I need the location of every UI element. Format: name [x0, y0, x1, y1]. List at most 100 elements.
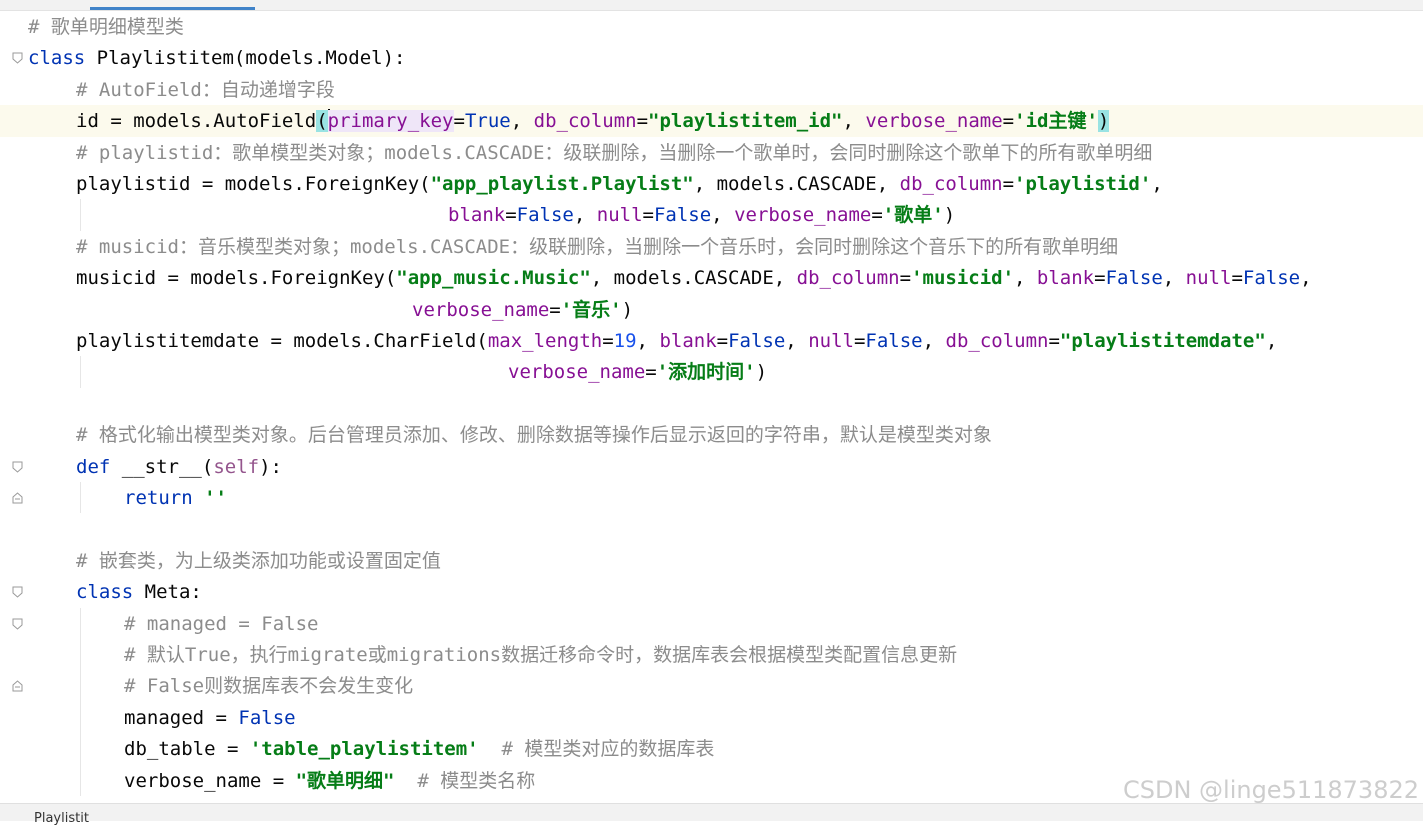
code-token: "app_playlist.Playlist" — [430, 173, 694, 195]
code-token: null — [596, 204, 643, 227]
code-text: musicid = models.ForeignKey("app_music.M… — [76, 265, 1312, 291]
code-token: "app_music.Music" — [396, 267, 591, 290]
code-line[interactable] — [0, 388, 1423, 419]
code-token: = — [1002, 110, 1015, 133]
code-line[interactable]: verbose_name='添加时间') — [0, 356, 1423, 388]
indent-guide — [80, 356, 81, 388]
fold-close-icon[interactable] — [12, 680, 23, 692]
code-token: ) — [755, 361, 768, 384]
code-token: = — [453, 110, 465, 133]
code-line[interactable]: # AutoField：自动递增字段 — [0, 74, 1423, 105]
indent-guide — [80, 607, 81, 639]
indent-guide — [80, 764, 81, 796]
code-line[interactable]: class Playlistitem(models.Model): — [0, 42, 1423, 73]
code-token: False — [516, 204, 574, 227]
code-token: , models.CASCADE, — [590, 267, 797, 290]
code-text: verbose_name='音乐') — [412, 297, 633, 323]
code-text: managed = False — [124, 705, 296, 731]
code-token: class — [28, 47, 86, 70]
code-line[interactable]: # 格式化输出模型类对象。后台管理员添加、修改、删除数据等操作后显示返回的字符串… — [0, 419, 1423, 450]
code-line[interactable]: # musicid：音乐模型类对象；models.CASCADE：级联删除，当删… — [0, 231, 1423, 262]
code-token: verbose_name — [734, 204, 872, 227]
fold-open-icon[interactable] — [12, 586, 23, 598]
code-token: verbose_name — [865, 110, 1003, 133]
fold-close-icon[interactable] — [12, 492, 23, 504]
code-token: False — [865, 330, 923, 352]
code-text: blank=False, null=False, verbose_name='歌… — [448, 202, 955, 228]
code-text: class Meta: — [76, 579, 202, 605]
code-line[interactable]: id = models.AutoField(primary_key=True, … — [0, 105, 1423, 137]
code-token: id = models.AutoField — [76, 110, 317, 133]
code-line[interactable]: managed = False — [0, 701, 1423, 734]
code-token: = — [636, 110, 649, 133]
code-token: # False则数据库表不会发生变化 — [124, 675, 414, 698]
code-text: # playlistid：歌单模型类对象；models.CASCADE：级联删除… — [76, 140, 1152, 166]
code-token: = — [899, 267, 912, 290]
code-line[interactable]: musicid = models.ForeignKey("app_music.M… — [0, 262, 1423, 293]
code-line[interactable]: blank=False, null=False, verbose_name='歌… — [0, 199, 1423, 231]
indent-guide — [80, 701, 81, 734]
code-line[interactable]: # playlistid：歌单模型类对象；models.CASCADE：级联删除… — [0, 137, 1423, 168]
code-token: db_column — [796, 267, 900, 290]
code-token: ) — [943, 204, 956, 227]
fold-open-icon[interactable] — [12, 618, 23, 630]
code-token: 'musicid' — [911, 267, 1015, 290]
editor-tab-strip[interactable] — [0, 0, 1423, 11]
code-text: # False则数据库表不会发生变化 — [124, 673, 413, 699]
code-line[interactable]: # 默认True，执行migrate或migrations数据迁移命令时，数据库… — [0, 639, 1423, 671]
code-text: db_table = 'table_playlistitem' # 模型类对应的… — [124, 736, 714, 762]
code-token: False — [728, 330, 786, 352]
code-token: = — [1048, 330, 1060, 352]
code-line[interactable]: # 歌单明细模型类 — [0, 11, 1423, 42]
code-token: False — [238, 706, 296, 729]
code-text: return '' — [124, 485, 227, 511]
code-token: 'table_playlistitem' — [249, 738, 479, 761]
code-line[interactable]: # 嵌套类，为上级类添加功能或设置固定值 — [0, 545, 1423, 576]
code-token: , — [842, 110, 866, 133]
code-token: # 默认True，执行migrate或migrations数据迁移命令时，数据库… — [124, 644, 958, 666]
code-token: , — [1265, 330, 1278, 352]
code-line[interactable]: # managed = False — [0, 607, 1423, 639]
code-token: , — [1151, 173, 1163, 195]
code-token: ( — [201, 455, 214, 478]
code-line[interactable]: verbose_name='音乐') — [0, 294, 1423, 325]
code-token: verbose_name = — [124, 769, 296, 792]
code-token: , models.CASCADE, — [693, 173, 900, 195]
code-line[interactable]: # False则数据库表不会发生变化 — [0, 670, 1423, 702]
indent-guide — [80, 199, 81, 231]
code-line[interactable]: playlistitemdate = models.CharField(max_… — [0, 325, 1423, 356]
code-text: # 嵌套类，为上级类添加功能或设置固定值 — [76, 548, 441, 574]
breadcrumb[interactable]: Playlistit — [34, 812, 89, 825]
code-token: self — [213, 455, 260, 478]
code-token: # 模型类名称 — [417, 769, 536, 792]
code-text: class Playlistitem(models.Model): — [28, 45, 406, 71]
code-token: , — [636, 330, 660, 352]
code-token: null — [1185, 267, 1232, 290]
active-tab-indicator — [90, 7, 255, 10]
code-editor[interactable]: # 歌单明细模型类 class Playlistitem(models.Model… — [0, 11, 1423, 803]
code-token: musicid = models.ForeignKey( — [76, 267, 397, 290]
code-line[interactable]: return '' — [0, 482, 1423, 514]
code-line[interactable]: playlistid = models.ForeignKey("app_play… — [0, 168, 1423, 199]
code-text: playlistid = models.ForeignKey("app_play… — [76, 171, 1163, 197]
code-line[interactable]: db_table = 'table_playlistitem' # 模型类对应的… — [0, 733, 1423, 765]
code-token: '' — [204, 487, 227, 509]
code-line[interactable]: class Meta: — [0, 576, 1423, 607]
code-line[interactable] — [0, 513, 1423, 544]
code-token: playlistitemdate = models.CharField( — [76, 330, 488, 352]
code-token: 'playlistid' — [1014, 173, 1152, 195]
fold-open-icon[interactable] — [12, 461, 23, 473]
code-token: , — [1014, 267, 1037, 290]
fold-open-icon[interactable] — [12, 52, 23, 65]
code-token: , — [510, 110, 534, 133]
indent-guide — [80, 670, 81, 702]
code-token: , — [1162, 267, 1186, 290]
code-text: verbose_name='添加时间') — [508, 359, 767, 385]
code-token: '音乐' — [560, 298, 622, 321]
code-token: Meta: — [133, 581, 202, 604]
code-token: = — [871, 204, 883, 227]
code-line[interactable]: def __str__(self): — [0, 451, 1423, 482]
code-token: 19 — [613, 330, 637, 352]
code-token: playlistid = models.ForeignKey( — [76, 173, 431, 195]
